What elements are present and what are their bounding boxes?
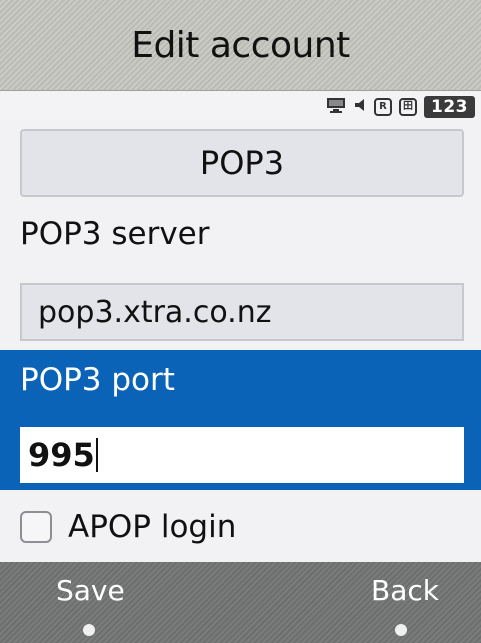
title-bar: Edit account [0,0,481,91]
apop-label: APOP login [68,509,237,545]
status-icons: R 田 123 [326,96,475,118]
port-value: 995 [28,436,95,474]
page-title: Edit account [131,24,350,66]
right-softkey-dot-icon [395,624,407,636]
apop-row[interactable]: APOP login [20,503,236,551]
protocol-selector[interactable]: POP3 [20,129,464,197]
status-clock: 123 [424,96,475,118]
apop-checkbox[interactable] [20,511,52,543]
status-bar: R 田 123 [0,91,481,121]
left-softkey-dot-icon [83,624,95,636]
server-input[interactable]: pop3.xtra.co.nz [20,283,464,341]
server-label: POP3 server [20,216,210,252]
port-label: POP3 port [20,362,175,398]
port-input[interactable]: 995 [20,427,464,483]
back-button[interactable]: Back [371,574,439,607]
save-button[interactable]: Save [56,574,125,607]
text-caret [95,438,98,472]
sim-badge-icon: 田 [399,98,417,116]
monitor-icon [326,97,346,117]
server-value: pop3.xtra.co.nz [38,294,272,330]
speaker-icon [353,97,367,117]
roaming-badge-icon: R [374,98,392,116]
